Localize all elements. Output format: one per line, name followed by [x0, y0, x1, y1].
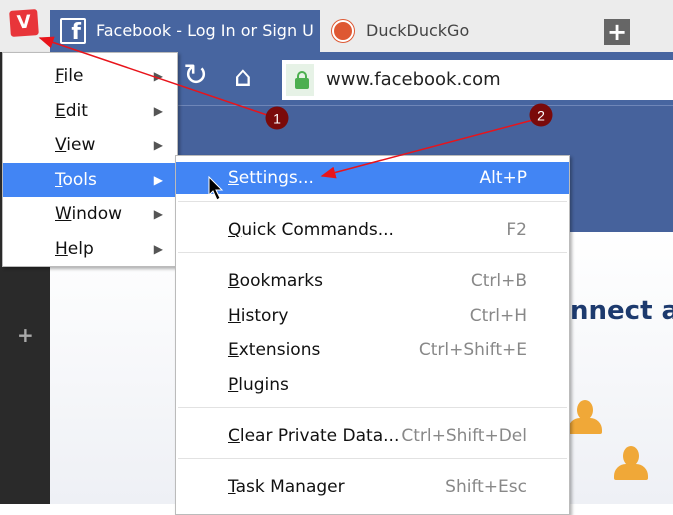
- address-input[interactable]: www.facebook.com: [282, 60, 673, 100]
- submenu-arrow-icon: ▶: [153, 207, 163, 221]
- lock-icon: [295, 71, 309, 89]
- menu-item-bookmarks[interactable]: Bookmarks Ctrl+B: [176, 265, 569, 297]
- menu-item-help[interactable]: Help ▶: [3, 232, 177, 266]
- tab-title: DuckDuckGo: [366, 21, 470, 40]
- site-security-badge[interactable]: [286, 64, 314, 96]
- shortcut: Ctrl+H: [469, 306, 527, 326]
- menu-item-file[interactable]: File ▶: [3, 59, 177, 93]
- person-icon: [568, 400, 602, 436]
- vivaldi-menu-button[interactable]: V: [9, 9, 39, 37]
- submenu-arrow-icon: ▶: [153, 138, 163, 152]
- page-heading: nnect ar: [570, 296, 673, 326]
- separator: [178, 201, 567, 202]
- shortcut: Ctrl+Shift+E: [418, 340, 527, 360]
- menu-item-tools[interactable]: Tools ▶: [3, 163, 177, 197]
- tab-title: Facebook - Log In or Sign U: [96, 21, 314, 40]
- new-tab-button[interactable]: +: [604, 19, 630, 45]
- shortcut: Ctrl+B: [470, 271, 527, 291]
- reload-icon[interactable]: ↻: [183, 58, 208, 93]
- separator: [178, 252, 567, 253]
- main-menu: File ▶ Edit ▶ View ▶ Tools ▶ Window ▶ Help ▶: [2, 52, 178, 267]
- menu-item-quick-commands[interactable]: Quick Commands... F2: [176, 214, 569, 246]
- shortcut: Shift+Esc: [445, 477, 527, 497]
- home-icon[interactable]: ⌂: [234, 60, 252, 93]
- submenu-arrow-icon: ▶: [153, 173, 163, 187]
- shortcut: F2: [506, 220, 527, 240]
- menu-item-extensions[interactable]: Extensions Ctrl+Shift+E: [176, 334, 569, 366]
- submenu-arrow-icon: ▶: [153, 104, 163, 118]
- shortcut: Ctrl+Shift+Del: [401, 426, 527, 446]
- menu-item-edit[interactable]: Edit ▶: [3, 94, 177, 128]
- menu-item-settings[interactable]: Settings... Alt+P: [176, 162, 569, 194]
- submenu-arrow-icon: ▶: [153, 69, 163, 83]
- separator: [178, 407, 567, 408]
- duckduckgo-icon: [332, 20, 354, 42]
- mouse-cursor-icon: [208, 176, 224, 201]
- menu-item-clear-private-data[interactable]: Clear Private Data... Ctrl+Shift+Del: [176, 420, 569, 452]
- menu-item-task-manager[interactable]: Task Manager Shift+Esc: [176, 471, 569, 503]
- tab-bar: V f Facebook - Log In or Sign U DuckDuck…: [0, 0, 673, 52]
- url-text: www.facebook.com: [326, 69, 501, 90]
- tab-duckduckgo[interactable]: DuckDuckGo: [320, 10, 590, 52]
- facebook-icon: f: [60, 18, 86, 45]
- add-panel-button[interactable]: +: [17, 323, 34, 347]
- submenu-arrow-icon: ▶: [153, 242, 163, 256]
- menu-item-history[interactable]: History Ctrl+H: [176, 300, 569, 332]
- menu-item-window[interactable]: Window ▶: [3, 197, 177, 231]
- person-icon: [614, 446, 648, 482]
- menu-item-plugins[interactable]: Plugins: [176, 369, 569, 401]
- menu-item-view[interactable]: View ▶: [3, 128, 177, 162]
- separator: [178, 458, 567, 459]
- shortcut: Alt+P: [479, 168, 527, 188]
- tools-submenu: Settings... Alt+P Quick Commands... F2 Boo…: [175, 155, 570, 515]
- tab-facebook[interactable]: f Facebook - Log In or Sign U: [50, 10, 320, 52]
